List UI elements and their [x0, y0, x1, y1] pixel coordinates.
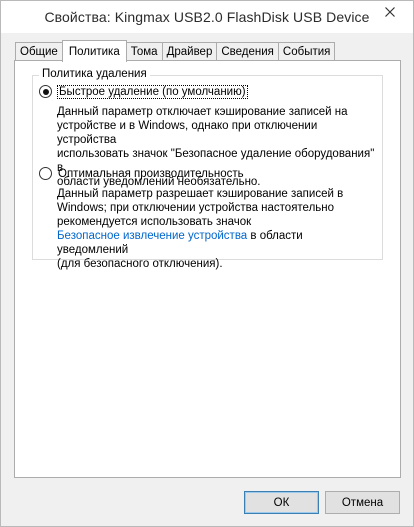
- optimal-performance-label[interactable]: Оптимальная производительность: [58, 168, 244, 180]
- description-line-with-link: Безопасное извлечение устройства в облас…: [57, 229, 377, 257]
- tab-strip: Общие Политика Тома Драйвер Сведения Соб…: [15, 39, 336, 62]
- tab-general[interactable]: Общие: [15, 42, 63, 61]
- close-button[interactable]: [373, 1, 407, 22]
- policy-tab-panel: Политика удаления Быстрое удаление (по у…: [14, 60, 401, 478]
- quick-removal-option[interactable]: Быстрое удаление (по умолчанию): [39, 84, 248, 99]
- removal-policy-group: Политика удаления Быстрое удаление (по у…: [32, 68, 383, 270]
- optimal-performance-radio[interactable]: [39, 167, 52, 180]
- properties-dialog: Свойства: Kingmax USB2.0 FlashDisk USB D…: [0, 0, 414, 527]
- tab-policy[interactable]: Политика: [61, 40, 127, 62]
- quick-removal-label[interactable]: Быстрое удаление (по умолчанию): [57, 84, 248, 99]
- close-icon: [385, 6, 395, 17]
- cancel-button[interactable]: Отмена: [325, 491, 400, 514]
- optimal-performance-description: Данный параметр разрешает кэширование за…: [57, 187, 377, 271]
- optimal-performance-option[interactable]: Оптимальная производительность: [39, 167, 244, 180]
- tab-events[interactable]: События: [277, 42, 336, 61]
- window-title: Свойства: Kingmax USB2.0 FlashDisk USB D…: [44, 9, 370, 25]
- safely-remove-hardware-link[interactable]: Безопасное извлечение устройства: [57, 230, 247, 242]
- description-line: Данный параметр отключает кэширование за…: [57, 106, 348, 118]
- description-line: устройстве и в Windows, однако при отклю…: [57, 120, 318, 146]
- tab-driver[interactable]: Драйвер: [161, 42, 218, 61]
- description-line: рекомендуется использовать значок: [57, 216, 252, 228]
- description-line: Данный параметр разрешает кэширование за…: [57, 188, 344, 200]
- description-line: (для безопасного отключения).: [57, 258, 223, 270]
- removal-policy-group-title: Политика удаления: [39, 68, 150, 80]
- tab-details[interactable]: Сведения: [216, 42, 279, 61]
- quick-removal-radio[interactable]: [39, 85, 52, 98]
- title-bar: Свойства: Kingmax USB2.0 FlashDisk USB D…: [1, 1, 413, 33]
- description-line: Windows; при отключении устройства насто…: [57, 202, 335, 214]
- ok-button[interactable]: ОК: [244, 491, 319, 514]
- tab-volumes[interactable]: Тома: [125, 42, 163, 61]
